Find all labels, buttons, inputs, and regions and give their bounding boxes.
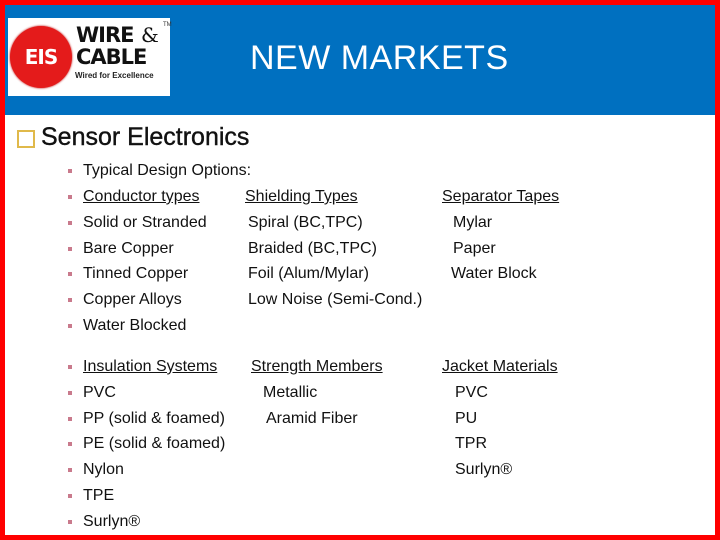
slide: EIS WIRE & TM CABLE Wired for Excellence…: [5, 5, 715, 535]
square-bullet-icon: [68, 519, 72, 524]
list-item-text: Bare Copper: [83, 239, 174, 257]
list-item: PP (solid & foamed) Aramid Fiber PU: [5, 408, 715, 434]
column-header: Separator Tapes: [442, 188, 560, 205]
list-item: Tinned Copper Foil (Alum/Mylar) Water Bloc…: [5, 263, 715, 289]
list-item: TPE: [5, 485, 715, 511]
square-bullet-icon: [68, 416, 72, 421]
list-item: PE (solid & foamed) TPR: [5, 433, 715, 459]
square-bullet-icon: [68, 493, 72, 498]
list-item-text: TPR: [455, 435, 487, 453]
column-header: Shielding Types: [245, 188, 358, 205]
list-item: Bare Copper Braided (BC,TPC) Paper: [5, 238, 715, 264]
list-item-text: TPE: [83, 486, 115, 504]
logo-badge: EIS: [10, 26, 72, 88]
header-bar: EIS WIRE & TM CABLE Wired for Excellence…: [5, 5, 715, 115]
list-item: PVC Metallic PVC: [5, 382, 715, 408]
column-header: Conductor types: [83, 188, 200, 205]
list-item: Typical Design Options:: [5, 160, 715, 186]
square-bullet-icon: [68, 442, 72, 447]
list-item-text: Water Block: [451, 265, 537, 283]
logo-wire-text: WIRE: [76, 23, 134, 47]
logo-cable-text: CABLE: [76, 45, 147, 69]
list-item-text: Foil (Alum/Mylar): [248, 265, 369, 283]
list-item: Surlyn®: [5, 511, 715, 536]
list-item-text: Surlyn®: [455, 461, 513, 479]
logo-ampersand: &: [141, 23, 159, 47]
slide-title: NEW MARKETS: [250, 39, 509, 77]
section-heading-text: Sensor Electronics: [41, 123, 250, 151]
list-item-text: PVC: [83, 384, 116, 401]
list-item-text: Copper Alloys: [83, 291, 182, 309]
list-item: Copper Alloys Low Noise (Semi-Cond.): [5, 289, 715, 315]
column-header: Jacket Materials: [442, 358, 558, 375]
list-item-text: Spiral (BC,TPC): [248, 214, 363, 231]
list-header-row: Insulation Systems Strength Members Jacket…: [5, 356, 715, 382]
list-item-text: Aramid Fiber: [266, 409, 358, 427]
list-item-text: Paper: [453, 239, 496, 257]
logo-tagline: Wired for Excellence: [75, 71, 154, 80]
list-item-text: Low Noise (Semi-Cond.): [248, 291, 423, 309]
list-header-row: Conductor types Shielding Types Separator …: [5, 186, 715, 212]
section-heading: Sensor Electronics: [17, 123, 250, 152]
list-item-text: Metallic: [263, 384, 318, 401]
square-bullet-icon: [68, 195, 72, 199]
list-item-text: Braided (BC,TPC): [248, 239, 377, 257]
square-bullet-icon: [68, 365, 72, 369]
list-item-text: Surlyn®: [83, 512, 141, 530]
square-bullet-icon: [68, 246, 72, 251]
list-item-text: PE (solid & foamed): [83, 435, 226, 453]
trademark-icon: TM: [163, 22, 172, 28]
column-header: Strength Members: [251, 358, 383, 375]
list-item-text: Nylon: [83, 461, 124, 479]
intro-text: Typical Design Options:: [83, 162, 252, 179]
square-bullet-icon: [68, 391, 72, 395]
list-item-text: Water Blocked: [83, 316, 187, 334]
square-bullet-icon: [68, 323, 72, 328]
list-item-text: Mylar: [453, 214, 493, 231]
list-item-text: PP (solid & foamed): [83, 409, 225, 427]
list-item-text: Tinned Copper: [83, 265, 189, 283]
company-logo: EIS WIRE & TM CABLE Wired for Excellence: [8, 18, 172, 96]
square-bullet-icon: [68, 221, 72, 225]
list-item-text: PVC: [455, 384, 488, 401]
hollow-square-icon: [17, 129, 35, 148]
list-item: Nylon Surlyn®: [5, 459, 715, 485]
square-bullet-icon: [68, 169, 72, 173]
list-item-text: PU: [455, 409, 478, 427]
list-item: Water Blocked: [5, 315, 715, 341]
list-item: Solid or Stranded Spiral (BC,TPC) Mylar: [5, 212, 715, 238]
square-bullet-icon: [68, 298, 72, 303]
square-bullet-icon: [68, 272, 72, 277]
column-header: Insulation Systems: [83, 358, 218, 375]
square-bullet-icon: [68, 468, 72, 473]
list-item-text: Solid or Stranded: [83, 214, 207, 231]
